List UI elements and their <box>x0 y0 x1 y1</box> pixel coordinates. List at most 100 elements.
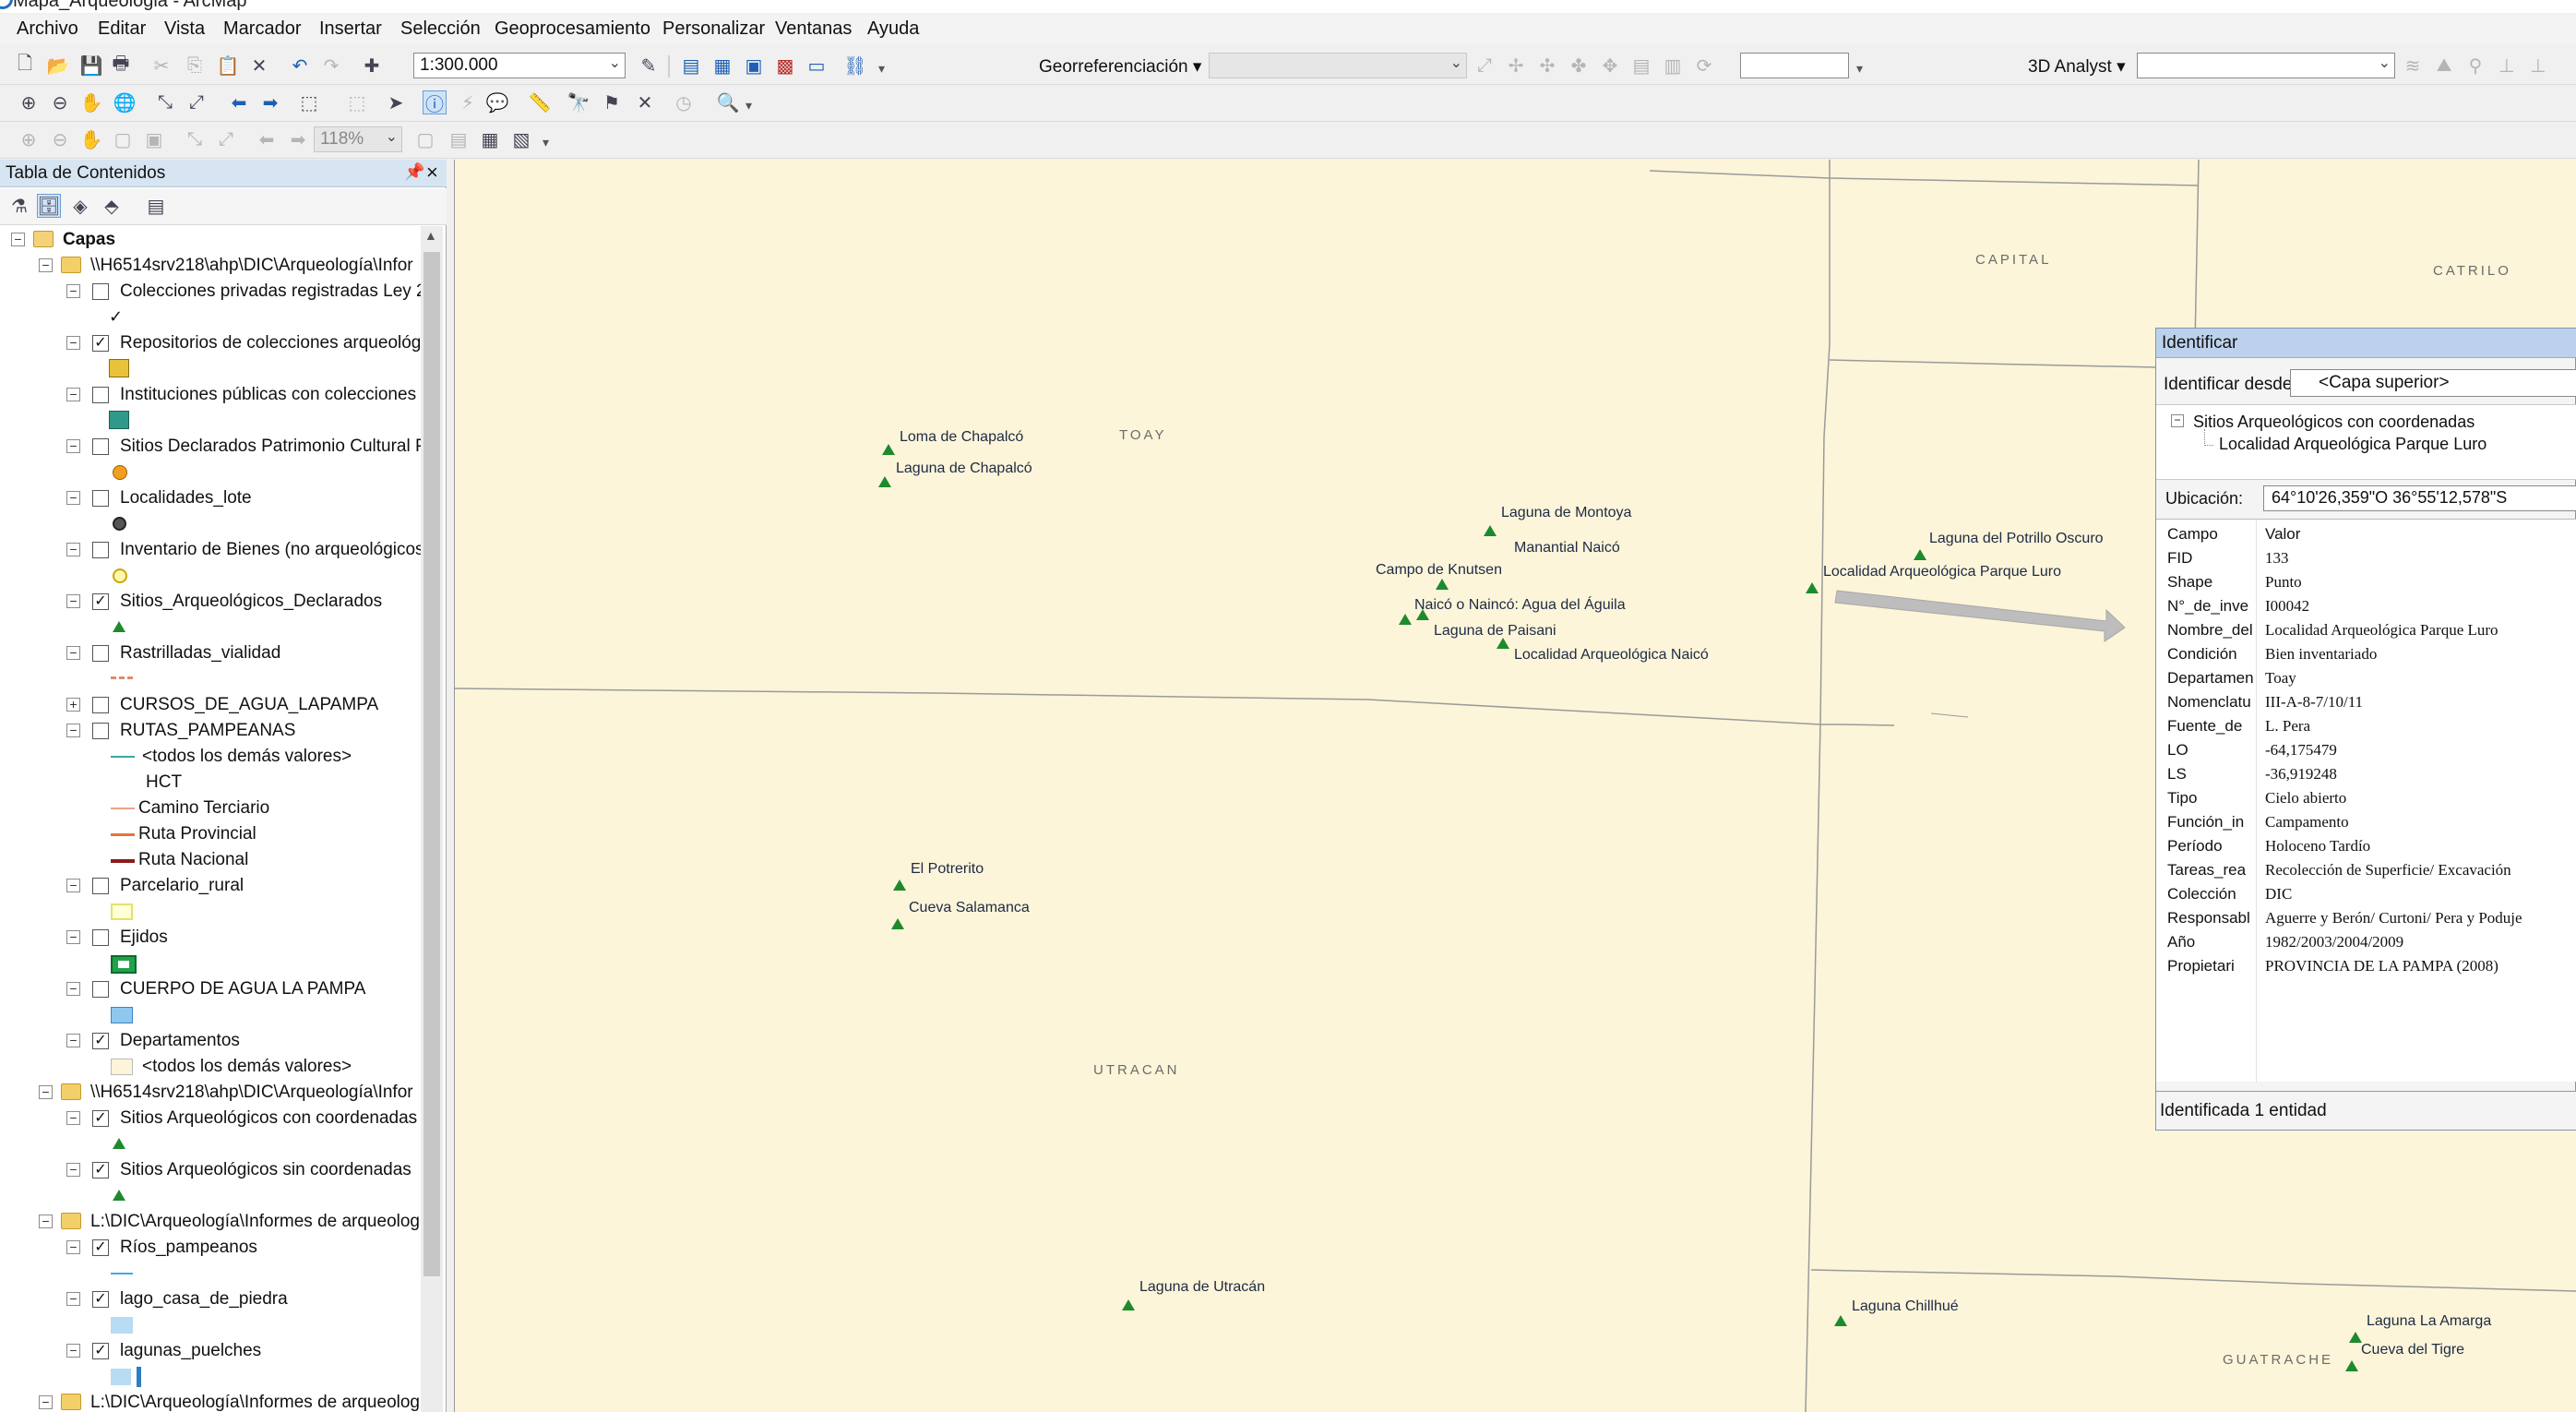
georef-layer-combo[interactable]: ⌄ <box>1209 53 1467 78</box>
collapse-icon[interactable]: − <box>66 336 80 350</box>
collapse-icon[interactable]: − <box>2171 414 2184 427</box>
layer-checkbox[interactable] <box>92 981 109 998</box>
layer-checkbox[interactable] <box>92 438 109 455</box>
toc-root[interactable]: − Capas <box>0 228 421 254</box>
layer-checkbox[interactable]: ✓ <box>92 1343 109 1359</box>
site-marker[interactable] <box>2349 1332 2362 1343</box>
toc-window-icon[interactable]: ▤ <box>679 54 703 78</box>
cut-icon[interactable]: ✂ <box>149 54 173 78</box>
toggle-draft-icon[interactable]: ▢ <box>413 127 437 151</box>
3d-tool-icon[interactable]: ⚲ <box>2463 54 2487 78</box>
3d-tool-icon[interactable]: ⊥ <box>2526 54 2550 78</box>
3d-tool-icon[interactable]: ⊥ <box>2495 54 2519 78</box>
select-features-icon[interactable]: ⬚ <box>297 90 321 114</box>
georef-value-input[interactable] <box>1740 53 1849 78</box>
layer-checkbox[interactable] <box>92 387 109 403</box>
identify-icon[interactable]: ⓘ <box>423 90 447 115</box>
toolbar-grip-icon[interactable]: ▾ <box>878 61 885 77</box>
collapse-icon[interactable]: − <box>39 258 53 272</box>
tree-feature-node[interactable]: Localidad Arqueológica Parque Luro <box>2219 435 2487 454</box>
menu-insertar[interactable]: Insertar <box>319 18 382 40</box>
back-extent-icon[interactable]: ⬅ <box>227 90 251 114</box>
layer-checkbox[interactable]: ✓ <box>92 1239 109 1256</box>
collapse-icon[interactable]: − <box>66 388 80 401</box>
fixed-zoom-out-icon[interactable]: ⤢ <box>185 90 209 114</box>
menu-personalizar[interactable]: Personalizar <box>662 18 765 40</box>
3d-analyst-menu[interactable]: 3D Analyst ▾ <box>2028 56 2126 78</box>
add-data-icon[interactable]: ✚ <box>360 54 384 78</box>
attribute-row[interactable]: LS -36,919248 <box>2156 761 2576 785</box>
attribute-row[interactable]: Departamen Toay <box>2156 665 2576 689</box>
attribute-row[interactable]: Nombre_del Localidad Arqueológica Parque … <box>2156 617 2576 641</box>
layer-checkbox[interactable]: ✓ <box>92 1162 109 1179</box>
scale-combo[interactable]: 1:300.000 ⌄ <box>413 53 626 78</box>
search-window-icon[interactable]: ▣ <box>742 54 766 78</box>
zoom-out-icon[interactable]: ⊖ <box>48 90 72 114</box>
identify-title-bar[interactable]: Identificar <box>2156 329 2576 358</box>
site-marker[interactable] <box>1914 549 1926 560</box>
collapse-icon[interactable]: − <box>66 543 80 556</box>
layer-checkbox[interactable]: ✓ <box>92 1033 109 1049</box>
attribute-row[interactable]: Período Holoceno Tardío <box>2156 833 2576 857</box>
hyperlink-icon[interactable]: ⚡ <box>456 90 480 114</box>
menu-seleccion[interactable]: Selección <box>400 18 481 40</box>
forward-extent-icon[interactable]: ➡ <box>258 90 282 114</box>
list-by-source-icon[interactable]: 🗄 <box>37 194 61 218</box>
collapse-icon[interactable]: − <box>39 1085 53 1099</box>
redo-icon[interactable]: ↷ <box>319 54 343 78</box>
layout-zoom-out-icon[interactable]: ⊖ <box>48 127 72 151</box>
toolbar-grip-icon[interactable]: ▾ <box>543 135 549 150</box>
back-extent-icon[interactable]: ⬅ <box>255 127 279 151</box>
georef-tool-icon[interactable]: ✣ <box>1535 54 1559 78</box>
collapse-icon[interactable]: − <box>66 879 80 892</box>
layer-checkbox[interactable] <box>92 490 109 507</box>
layer-checkbox[interactable]: ✓ <box>92 1291 109 1308</box>
find-route-icon[interactable]: ⚑ <box>600 90 624 114</box>
full-extent-icon[interactable]: 🌐 <box>113 90 137 114</box>
layer-checkbox[interactable]: ✓ <box>92 335 109 352</box>
layer-checkbox[interactable] <box>92 697 109 713</box>
attribute-row[interactable]: Tipo Cielo abierto <box>2156 785 2576 809</box>
menu-geoprocesamiento[interactable]: Geoprocesamiento <box>495 18 650 40</box>
3d-tool-icon[interactable]: ⛰ <box>2432 54 2456 78</box>
attribute-row[interactable]: N°_de_inve I00042 <box>2156 593 2576 617</box>
attribute-row[interactable]: FID 133 <box>2156 545 2576 569</box>
view-link-table-icon[interactable]: ▤ <box>1629 54 1653 78</box>
toolbar-grip-icon[interactable]: ▾ <box>1856 61 1863 77</box>
collapse-icon[interactable]: − <box>39 1395 53 1409</box>
georef-tool-icon[interactable]: ✥ <box>1598 54 1622 78</box>
attribute-row[interactable]: Función_in Campamento <box>2156 809 2576 833</box>
zoom-100-icon[interactable]: ▣ <box>142 127 166 151</box>
collapse-icon[interactable]: − <box>66 491 80 505</box>
collapse-icon[interactable]: − <box>66 1163 80 1177</box>
site-marker[interactable] <box>1806 582 1819 593</box>
find-icon[interactable]: 🔭 <box>566 90 590 114</box>
collapse-icon[interactable]: − <box>11 233 25 246</box>
site-marker[interactable] <box>878 476 891 487</box>
undo-icon[interactable]: ↶ <box>288 54 312 78</box>
layer-checkbox[interactable] <box>92 878 109 894</box>
forward-extent-icon[interactable]: ➡ <box>286 127 310 151</box>
menu-archivo[interactable]: Archivo <box>17 18 78 40</box>
zoom-percent-combo[interactable]: 118% ⌄ <box>314 126 402 152</box>
georef-table-icon[interactable]: ▥ <box>1661 54 1685 78</box>
layer-checkbox[interactable] <box>92 283 109 300</box>
list-by-visibility-icon[interactable]: ◈ <box>68 194 92 218</box>
paste-icon[interactable]: 📋 <box>216 54 240 78</box>
collapse-icon[interactable]: − <box>66 439 80 453</box>
attribute-row[interactable]: Condición Bien inventariado <box>2156 641 2576 665</box>
collapse-icon[interactable]: − <box>39 1215 53 1228</box>
measure-icon[interactable]: 📏 <box>528 90 552 114</box>
site-marker[interactable] <box>891 918 904 929</box>
zoom-in-icon[interactable]: ⊕ <box>17 90 41 114</box>
add-control-points-icon[interactable]: ✢ <box>1504 54 1528 78</box>
menu-ventanas[interactable]: Ventanas <box>775 18 852 40</box>
collapse-icon[interactable]: − <box>66 724 80 737</box>
list-by-selection-icon[interactable]: ⬘ <box>100 194 124 218</box>
location-field[interactable]: 64°10'26,359"O 36°55'12,578"S <box>2263 485 2576 511</box>
pan-icon[interactable]: ✋ <box>79 90 103 114</box>
layer-checkbox[interactable] <box>92 542 109 558</box>
attribute-row[interactable]: Nomenclatu III-A-8-7/10/11 <box>2156 689 2576 713</box>
toc-scrollbar[interactable]: ▲ <box>421 226 443 1412</box>
site-marker[interactable] <box>893 880 906 891</box>
